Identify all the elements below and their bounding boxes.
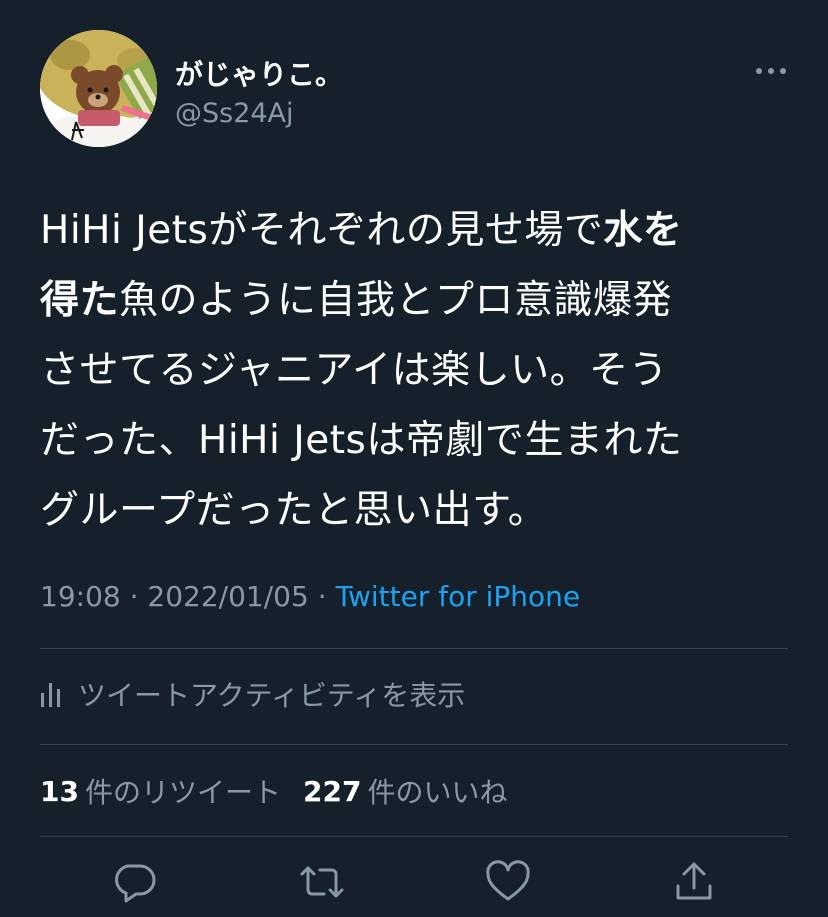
divider	[40, 836, 788, 837]
tweet-text-bold-segment: 水を	[603, 208, 683, 253]
tweet-text-line: だった、HiHi Jetsは帝劇で生まれた	[40, 406, 800, 476]
tweet-activity-link[interactable]: ツイートアクティビティを表示	[40, 668, 465, 720]
avatar[interactable]	[40, 30, 157, 147]
more-options-icon[interactable]	[754, 56, 788, 86]
share-icon[interactable]	[670, 858, 718, 906]
tweet-text-segment: HiHi Jetsがそれぞれの見せ場で	[40, 208, 604, 253]
tweet-header: がじゃりこ。 @Ss24Aj	[40, 30, 790, 150]
tweet-meta: 19:08 · 2022/01/05 · Twitter for iPhone	[40, 580, 580, 613]
tweet-text: HiHi Jetsがそれぞれの見せ場で水を 得た魚のように自我とプロ意識爆発 させて…	[40, 196, 800, 546]
reply-icon[interactable]	[110, 858, 158, 906]
tweet-text-segment: させてるジャニアイは楽しい。そう	[40, 348, 669, 393]
meta-separator: ·	[120, 580, 148, 613]
tweet-text-line: 得た魚のように自我とプロ意識爆発	[40, 266, 800, 336]
user-handle: @Ss24Aj	[175, 98, 294, 129]
likes-label: 件のいいね	[367, 776, 508, 809]
tweet-date: 2022/01/05	[147, 580, 309, 613]
retweets-count-link[interactable]: 13 件のリツイート	[40, 771, 281, 811]
tweet-text-segment: グループだったと思い出す。	[40, 488, 548, 533]
like-heart-icon[interactable]	[484, 858, 532, 906]
display-name[interactable]: がじゃりこ。	[175, 53, 343, 93]
retweets-count: 13	[40, 774, 79, 808]
tweet-text-segment: だった、HiHi Jetsは帝劇で生まれた	[40, 418, 683, 463]
tweet-text-line: グループだったと思い出す。	[40, 476, 800, 546]
tweet-text-line: HiHi Jetsがそれぞれの見せ場で水を	[40, 196, 800, 266]
retweet-icon[interactable]	[298, 858, 346, 906]
divider	[40, 648, 788, 649]
bear-avatar-image	[40, 30, 157, 147]
analytics-bars-icon	[41, 683, 60, 707]
tweet-text-line: させてるジャニアイは楽しい。そう	[40, 336, 800, 406]
divider	[40, 744, 788, 745]
retweets-label: 件のリツイート	[84, 776, 281, 809]
likes-count-link[interactable]: 227 件のいいね	[303, 771, 507, 811]
tweet-source-link[interactable]: Twitter for iPhone	[336, 580, 581, 613]
likes-count: 227	[302, 774, 362, 808]
tweet-text-segment: 魚のように自我とプロ意識爆発	[119, 278, 673, 323]
meta-separator: ·	[308, 580, 336, 613]
tweet-time: 19:08	[40, 580, 121, 613]
tweet-action-bar	[0, 852, 828, 912]
tweet-text-bold-segment: 得た	[40, 278, 120, 323]
tweet-activity-label: ツイートアクティビティを表示	[78, 679, 466, 712]
tweet-stats: 13 件のリツイート 227 件のいいね	[40, 765, 507, 817]
